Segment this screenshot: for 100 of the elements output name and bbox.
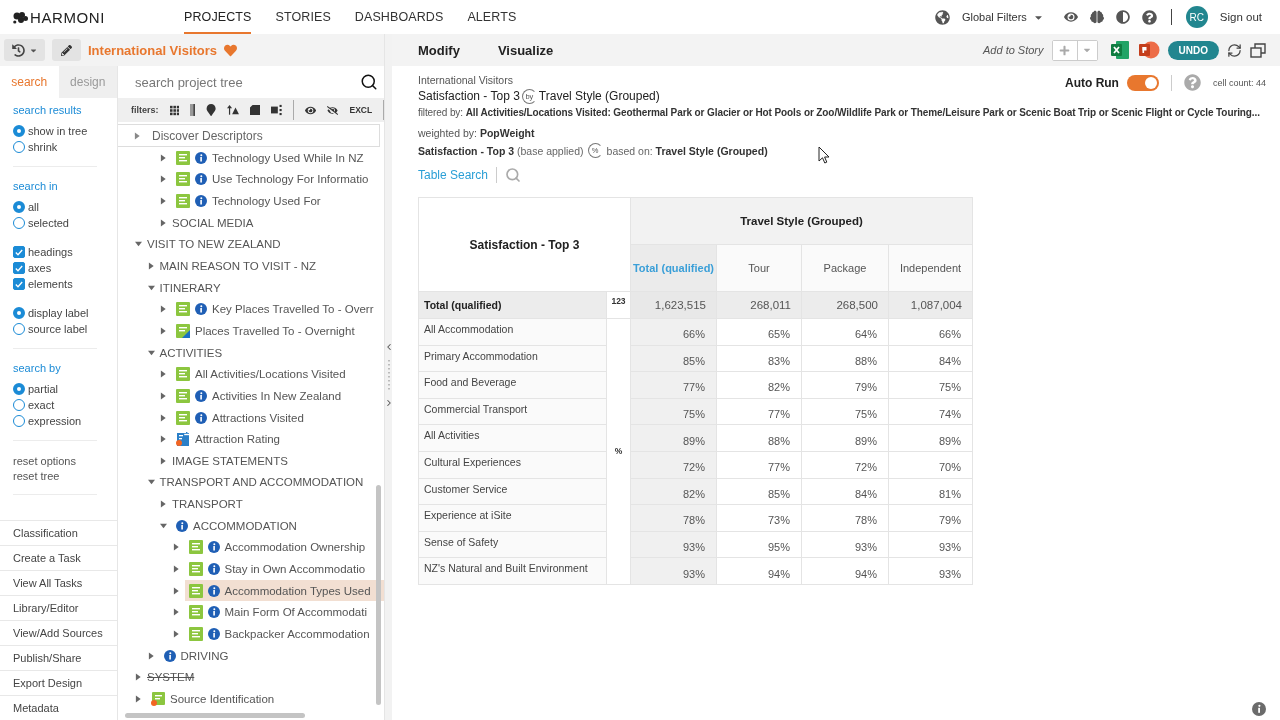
radio-button[interactable]	[13, 415, 25, 427]
caret-right-icon[interactable]	[147, 262, 155, 270]
tree-item[interactable]: Attraction Rating	[172, 428, 384, 450]
caret-right-icon[interactable]	[172, 565, 180, 573]
caret-right-icon[interactable]	[172, 543, 180, 552]
radio-button[interactable]	[13, 307, 25, 319]
refresh-icon[interactable]	[1227, 42, 1242, 58]
contrast-icon[interactable]	[1115, 10, 1130, 24]
caret-right-icon[interactable]	[147, 651, 155, 660]
info-icon[interactable]	[195, 195, 207, 208]
tree-item[interactable]: MAIN REASON TO VISIT - NZ	[159, 255, 384, 277]
tree-item[interactable]: DRIVING	[159, 644, 384, 667]
column-icon[interactable]	[189, 103, 195, 117]
tree-item[interactable]: SYSTEM	[147, 666, 384, 688]
caret-right-icon[interactable]	[160, 326, 167, 335]
grip-icon[interactable]	[386, 360, 391, 390]
tree-item[interactable]: Main Form Of Accommodati	[184, 601, 384, 624]
radio-button[interactable]	[13, 125, 25, 137]
toolbar-menu[interactable]: Visualize	[497, 42, 554, 58]
horizontal-scrollbar[interactable]	[125, 712, 305, 718]
heart-icon[interactable]	[224, 43, 238, 57]
caret-right-icon[interactable]	[135, 694, 142, 703]
info-icon[interactable]	[207, 627, 220, 640]
tree-item[interactable]: ACCOMMODATION	[172, 514, 384, 537]
sign-out-link[interactable]: Sign out	[1219, 11, 1262, 23]
checkbox[interactable]	[13, 262, 25, 274]
help-icon[interactable]	[1141, 9, 1157, 25]
caret-right-icon[interactable]	[160, 500, 167, 509]
tree-item[interactable]: TRANSPORT	[172, 493, 384, 515]
radio-button[interactable]	[13, 399, 25, 411]
caret-right-icon[interactable]	[160, 456, 167, 465]
caret-right-icon[interactable]	[160, 153, 167, 162]
caret-right-icon[interactable]	[160, 370, 167, 379]
map-pin-icon[interactable]	[206, 104, 217, 116]
history-button[interactable]	[4, 39, 45, 61]
search-icon[interactable]	[360, 73, 378, 91]
info-icon[interactable]	[195, 389, 207, 402]
info-icon[interactable]	[207, 563, 220, 575]
edit-button[interactable]	[52, 39, 81, 61]
info-icon[interactable]	[207, 606, 220, 619]
toolbar-menu[interactable]: Modify	[418, 42, 460, 58]
vertical-scrollbar[interactable]	[376, 485, 381, 705]
nav-tab[interactable]: ALERTS	[467, 0, 517, 34]
tree-item[interactable]: IMAGE STATEMENTS	[172, 449, 384, 472]
column-header[interactable]: Tour	[716, 244, 802, 292]
tree-item[interactable]: Places Travelled To - Overnight	[172, 320, 384, 342]
table-icon[interactable]	[271, 104, 283, 116]
checkbox[interactable]	[13, 278, 25, 290]
radio-button[interactable]	[13, 323, 25, 335]
tree-item[interactable]: SOCIAL MEDIA	[172, 211, 384, 234]
info-icon[interactable]	[207, 541, 220, 554]
tree-item[interactable]: Technology Used While In NZ	[172, 147, 384, 169]
caret-down-icon[interactable]	[147, 348, 155, 357]
text-link[interactable]: reset tree	[13, 468, 60, 483]
caret-right-icon[interactable]	[160, 218, 167, 227]
user-avatar[interactable]: RC	[1185, 6, 1208, 28]
radio-button[interactable]	[13, 141, 25, 153]
checkbox[interactable]	[13, 246, 25, 258]
tree-item[interactable]: Technology Used For	[172, 190, 384, 212]
folder-icon[interactable]	[250, 104, 261, 116]
caret-right-icon[interactable]	[134, 131, 141, 140]
info-icon[interactable]	[1252, 702, 1266, 716]
info-icon[interactable]	[195, 411, 207, 424]
tree-item[interactable]: Accommodation Ownership	[184, 536, 384, 559]
caret-right-icon[interactable]	[172, 608, 180, 617]
info-icon[interactable]	[207, 584, 220, 597]
text-link[interactable]: reset options	[13, 453, 76, 468]
spreadsheet-icon[interactable]	[1109, 40, 1130, 60]
caret-right-icon[interactable]	[160, 435, 167, 444]
radio-button[interactable]	[13, 201, 25, 213]
caret-down-icon[interactable]	[147, 478, 155, 487]
info-icon[interactable]	[195, 303, 207, 316]
tree-item[interactable]: ITINERARY	[159, 276, 384, 299]
caret-right-icon[interactable]	[172, 629, 180, 638]
radio-button[interactable]	[13, 217, 25, 229]
info-icon[interactable]	[195, 151, 207, 164]
eye-icon[interactable]	[1063, 10, 1078, 24]
eye-slash-icon[interactable]	[327, 103, 339, 117]
tree-item[interactable]: TRANSPORT AND ACCOMMODATION	[159, 471, 384, 494]
tree-item[interactable]: Source Identification	[147, 688, 384, 710]
global-filters-button[interactable]: Global Filters	[962, 11, 1044, 23]
tree-item[interactable]: Backpacker Accommodation	[184, 623, 384, 645]
tree-item[interactable]: Activities In New Zealand	[172, 385, 384, 407]
radio-button[interactable]	[13, 383, 25, 395]
caret-right-icon[interactable]	[160, 391, 167, 400]
caret-right-icon[interactable]	[160, 175, 167, 184]
caret-down-icon[interactable]	[135, 240, 142, 249]
caret-down-icon[interactable]	[147, 283, 155, 292]
tree-item[interactable]: Key Places Travelled To - Overr	[172, 298, 384, 321]
globe-icon[interactable]	[935, 9, 950, 25]
windows-icon[interactable]	[1250, 42, 1266, 58]
presentation-icon[interactable]	[1137, 40, 1160, 60]
auto-run-toggle[interactable]	[1126, 74, 1159, 91]
nav-tab[interactable]: DASHBOARDS	[354, 0, 444, 34]
sort-icon[interactable]	[227, 104, 240, 116]
pinned-heading[interactable]: Discover Descriptors	[118, 124, 380, 147]
undo-button[interactable]: UNDO	[1167, 40, 1219, 60]
caret-right-icon[interactable]	[160, 413, 167, 422]
caret-down-icon[interactable]	[160, 521, 167, 530]
tree-item[interactable]: All Activities/Locations Visited	[172, 363, 384, 386]
